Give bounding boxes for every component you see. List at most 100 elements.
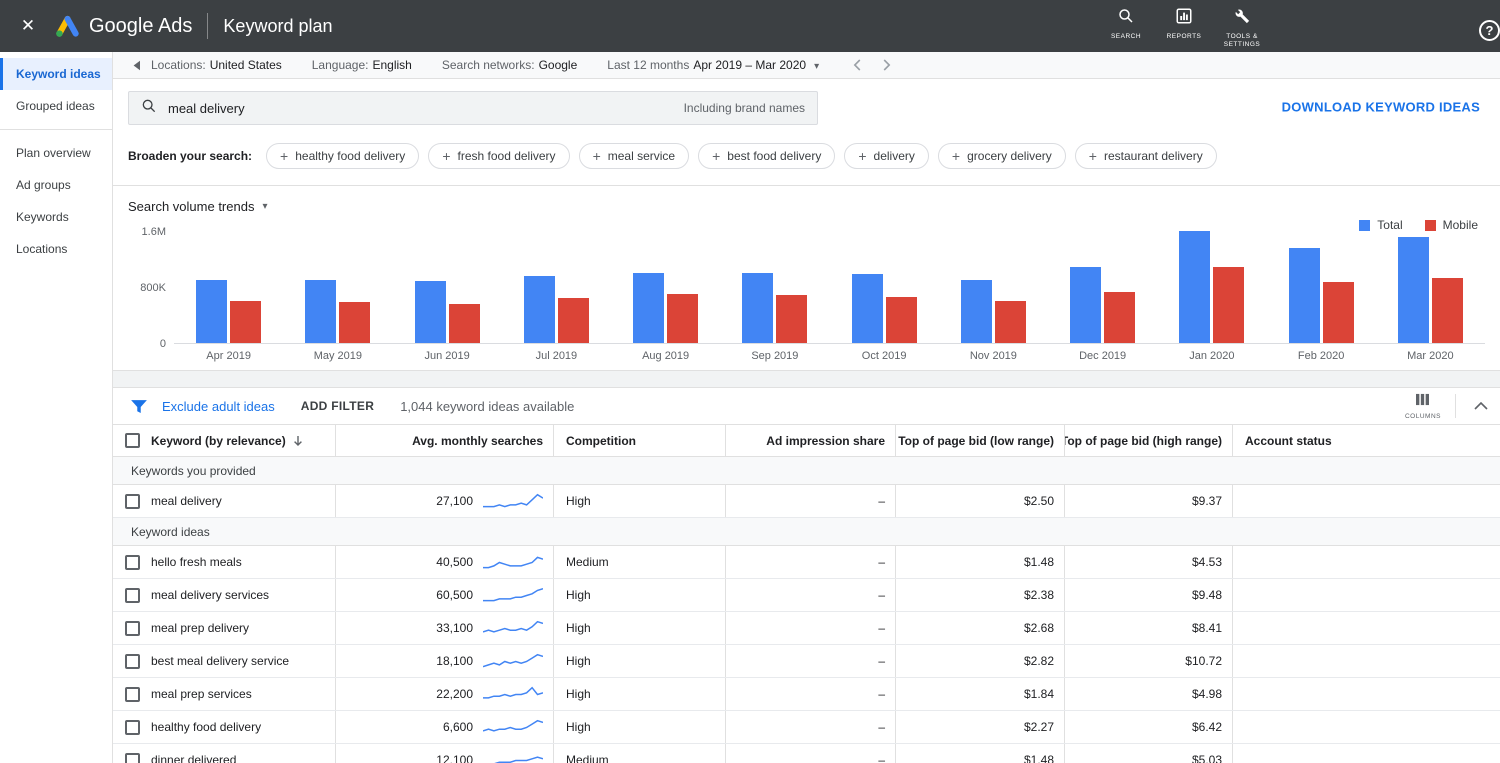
table-row-meal-delivery: meal delivery27,100High–$2.50$9.37 [113, 485, 1500, 518]
chart-type-dropdown[interactable]: Search volume trends ▾ [128, 199, 267, 214]
broaden-chip-meal-service[interactable]: +meal service [579, 143, 690, 169]
table-row-hello-fresh-meals: hello fresh meals40,500Medium–$1.48$4.53 [113, 546, 1500, 579]
search-nav-label: SEARCH [1111, 33, 1141, 41]
competition-cell: High [553, 485, 725, 517]
row-checkbox[interactable] [125, 494, 140, 509]
language-label: Language: [312, 58, 369, 72]
searches-value: 12,100 [436, 753, 473, 763]
header-account-status[interactable]: Account status [1232, 425, 1500, 456]
search-volume-chart-section: Search volume trends ▾ Total Mobile 1 [113, 186, 1500, 370]
broaden-chip-healthy-food-delivery[interactable]: +healthy food delivery [266, 143, 419, 169]
search-icon [1117, 7, 1135, 30]
ad-impression-share-cell: – [725, 711, 895, 743]
sidebar-item-plan-overview[interactable]: Plan overview [0, 137, 112, 169]
mobile-bar [230, 301, 261, 343]
row-checkbox[interactable] [125, 687, 140, 702]
chevron-down-icon: ▾ [814, 61, 819, 72]
back-arrow-icon[interactable] [122, 60, 151, 71]
header-bid-low[interactable]: Top of page bid (low range) [895, 425, 1064, 456]
row-checkbox[interactable] [125, 720, 140, 735]
avg-monthly-searches-cell: 12,100 [335, 744, 553, 763]
mobile-bar [449, 304, 480, 343]
sidebar-item-keywords[interactable]: Keywords [0, 201, 112, 233]
plus-icon: + [442, 149, 450, 163]
sidebar-item-keyword-ideas[interactable]: Keyword ideas [0, 58, 112, 90]
select-all-checkbox[interactable] [125, 433, 140, 448]
header-competition[interactable]: Competition [553, 425, 725, 456]
total-bar [1070, 267, 1101, 343]
total-bar [1398, 237, 1429, 343]
total-bar [196, 280, 227, 343]
y-tick-mid: 800K [140, 282, 166, 294]
chevron-right-icon[interactable] [883, 59, 891, 71]
keyword-cell: best meal delivery service [151, 645, 335, 677]
bar-group-may-2019 [283, 280, 392, 343]
sidebar-item-locations[interactable]: Locations [0, 233, 112, 265]
chip-label: restaurant delivery [1104, 149, 1203, 163]
help-button[interactable]: ? [1479, 20, 1500, 41]
bar-chart: 1.6M 800K 0 Apr 2019May 2019Jun 2019Jul … [128, 232, 1485, 370]
mobile-bar [667, 294, 698, 343]
collapse-chevron-up-icon[interactable] [1470, 398, 1492, 414]
avg-monthly-searches-cell: 22,200 [335, 678, 553, 710]
chart-x-axis: Apr 2019May 2019Jun 2019Jul 2019Aug 2019… [174, 350, 1485, 370]
reports-nav-button[interactable]: REPORTS [1157, 3, 1211, 41]
sidebar-item-ad-groups[interactable]: Ad groups [0, 169, 112, 201]
x-axis-label: Jul 2019 [502, 350, 611, 362]
table-body: Keywords you providedmeal delivery27,100… [113, 457, 1500, 763]
ad-impression-share-cell: – [725, 744, 895, 763]
close-icon[interactable]: ✕ [14, 12, 42, 40]
header-searches[interactable]: Avg. monthly searches [335, 425, 553, 456]
broaden-chip-restaurant-delivery[interactable]: +restaurant delivery [1075, 143, 1217, 169]
columns-button[interactable]: COLUMNS [1405, 393, 1441, 420]
search-trend-sparkline [483, 716, 543, 738]
table-row-best-meal-delivery-service: best meal delivery service18,100High–$2.… [113, 645, 1500, 678]
sidebar-top-group: Keyword ideasGrouped ideas [0, 58, 112, 122]
row-checkbox-cell [113, 711, 151, 743]
language-setting[interactable]: Language:English [312, 58, 412, 72]
legend-item-mobile: Mobile [1425, 218, 1478, 232]
broaden-chip-grocery-delivery[interactable]: +grocery delivery [938, 143, 1066, 169]
row-checkbox-cell [113, 485, 151, 517]
networks-setting[interactable]: Search networks:Google [442, 58, 577, 72]
row-checkbox[interactable] [125, 588, 140, 603]
table-row-dinner-delivered: dinner delivered12,100Medium–$1.48$5.03 [113, 744, 1500, 763]
avg-monthly-searches-cell: 18,100 [335, 645, 553, 677]
tools-settings-nav-button[interactable]: TOOLS & SETTINGS [1215, 3, 1269, 50]
bid-high-cell: $6.42 [1064, 711, 1232, 743]
total-bar [524, 276, 555, 343]
chevron-left-icon[interactable] [853, 59, 861, 71]
add-filter-button[interactable]: ADD FILTER [301, 399, 374, 413]
keyword-search-input[interactable]: meal delivery Including brand names [128, 91, 818, 125]
ad-impression-share-cell: – [725, 546, 895, 578]
locations-label: Locations: [151, 58, 206, 72]
date-range-setting[interactable]: Last 12 monthsApr 2019 – Mar 2020▾ [607, 58, 819, 72]
search-nav-button[interactable]: SEARCH [1099, 3, 1153, 41]
download-keyword-ideas-link[interactable]: DOWNLOAD KEYWORD IDEAS [1282, 100, 1480, 115]
account-status-cell [1232, 744, 1500, 763]
avg-monthly-searches-cell: 40,500 [335, 546, 553, 578]
broaden-chip-best-food-delivery[interactable]: +best food delivery [698, 143, 835, 169]
google-ads-logo-icon [54, 14, 80, 38]
filter-funnel-icon[interactable] [130, 399, 148, 414]
row-checkbox[interactable] [125, 555, 140, 570]
x-axis-label: Aug 2019 [611, 350, 720, 362]
bar-group-oct-2019 [830, 274, 939, 343]
header-impression-share[interactable]: Ad impression share [725, 425, 895, 456]
row-checkbox[interactable] [125, 753, 140, 763]
chip-label: grocery delivery [967, 149, 1052, 163]
broaden-chip-fresh-food-delivery[interactable]: +fresh food delivery [428, 143, 569, 169]
broaden-chip-delivery[interactable]: +delivery [844, 143, 929, 169]
row-checkbox[interactable] [125, 654, 140, 669]
header-bid-high[interactable]: Top of page bid (high range) [1064, 425, 1232, 456]
exclude-adult-ideas-link[interactable]: Exclude adult ideas [162, 399, 275, 414]
bar-group-sep-2019 [720, 273, 829, 343]
keyword-cell: meal prep services [151, 678, 335, 710]
row-checkbox[interactable] [125, 621, 140, 636]
keyword-table: Keyword (by relevance) Avg. monthly sear… [113, 424, 1500, 763]
locations-setting[interactable]: Locations:United States [151, 58, 282, 72]
bid-low-cell: $2.50 [895, 485, 1064, 517]
sidebar-item-grouped-ideas[interactable]: Grouped ideas [0, 90, 112, 122]
bid-low-cell: $1.48 [895, 744, 1064, 763]
header-keyword[interactable]: Keyword (by relevance) [151, 425, 335, 456]
